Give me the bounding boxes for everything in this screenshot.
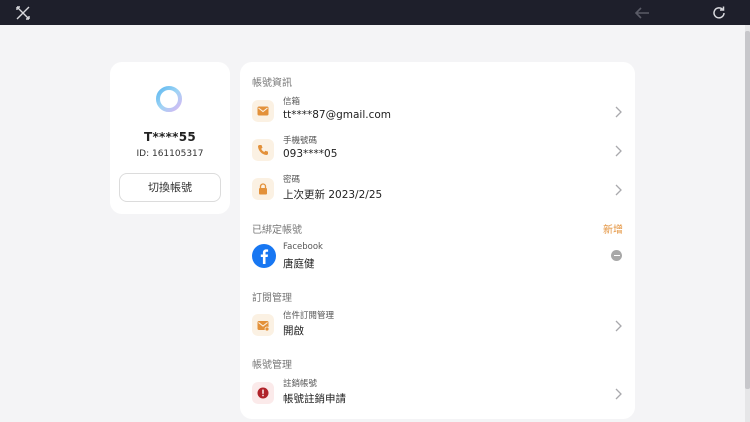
mail-icon: [252, 100, 274, 122]
mail-subscription-label: 信件訂閱管理: [283, 311, 335, 321]
section-title-linked-accounts: 已綁定帳號: [252, 225, 302, 236]
facebook-account-name: 唐庭健: [283, 258, 315, 270]
delete-account-value: 帳號註銷申請: [283, 393, 346, 405]
linked-account-facebook-row: Facebook 唐庭健: [240, 240, 635, 274]
refresh-icon[interactable]: [709, 3, 729, 23]
facebook-icon: [252, 244, 276, 268]
username: T****55: [143, 130, 197, 144]
phone-label: 手機號碼: [283, 136, 318, 146]
chevron-right-icon: [613, 182, 623, 196]
section-title-account-management: 帳號管理: [252, 360, 292, 371]
profile-card: T****55 ID: 161105317 切換帳號: [110, 62, 230, 214]
chevron-right-icon: [613, 104, 623, 118]
account-settings-card: 帳號資訊 信箱 tt****87@gmail.com 手機號碼 093****0…: [240, 62, 635, 419]
alert-icon: [252, 382, 274, 404]
lock-icon: [252, 178, 274, 200]
email-value: tt****87@gmail.com: [283, 109, 392, 121]
delete-account-label: 註銷帳號: [283, 379, 318, 389]
email-row[interactable]: 信箱 tt****87@gmail.com: [240, 94, 635, 128]
password-value: 上次更新 2023/2/25: [283, 189, 383, 201]
switch-account-button[interactable]: 切換帳號: [119, 173, 221, 202]
section-title-account-info: 帳號資訊: [252, 78, 292, 89]
avatar: [154, 84, 184, 114]
user-id: ID: 161105317: [136, 149, 204, 159]
remove-linked-account-button[interactable]: [611, 250, 622, 261]
mail-subscription-row[interactable]: 信件訂閱管理 開啟: [240, 308, 635, 342]
facebook-provider-label: Facebook: [283, 242, 323, 252]
delete-account-row[interactable]: 註銷帳號 帳號註銷申請: [240, 376, 635, 410]
arrow-left-icon[interactable]: [632, 3, 652, 23]
phone-icon: [252, 139, 274, 161]
password-label: 密碼: [283, 175, 301, 185]
phone-value: 093****05: [283, 148, 338, 160]
chevron-right-icon: [613, 386, 623, 400]
email-label: 信箱: [283, 97, 301, 107]
close-icon[interactable]: [13, 3, 33, 23]
section-title-subscription: 訂閱管理: [252, 293, 292, 304]
add-linked-account-link[interactable]: 新增: [603, 221, 623, 236]
chevron-right-icon: [613, 318, 623, 332]
mail-subscription-value: 開啟: [283, 325, 304, 337]
scrollbar-thumb[interactable]: [745, 31, 750, 389]
title-bar: [0, 0, 750, 25]
scrollbar[interactable]: [745, 25, 750, 422]
chevron-right-icon: [613, 143, 623, 157]
phone-row[interactable]: 手機號碼 093****05: [240, 133, 635, 167]
mail-subscribe-icon: [252, 314, 274, 336]
password-row[interactable]: 密碼 上次更新 2023/2/25: [240, 172, 635, 206]
